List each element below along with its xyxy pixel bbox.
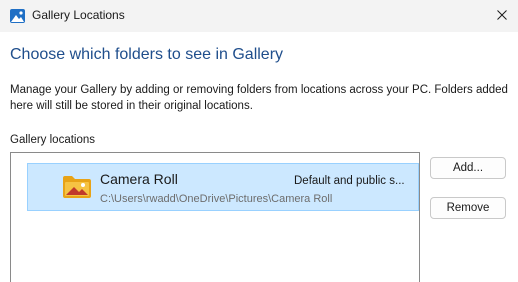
folder-photo-icon — [62, 175, 92, 199]
page-heading: Choose which folders to see in Gallery — [10, 46, 284, 63]
remove-button[interactable]: Remove — [430, 197, 506, 219]
close-icon — [497, 7, 507, 25]
title-bar: Gallery Locations — [0, 0, 518, 32]
gallery-locations-list[interactable]: Camera Roll C:\Users\rwadd\OneDrive\Pict… — [10, 152, 420, 282]
window-title: Gallery Locations — [32, 8, 125, 22]
list-item[interactable]: Camera Roll C:\Users\rwadd\OneDrive\Pict… — [27, 163, 419, 211]
location-status: Default and public s... — [294, 175, 405, 187]
location-path: C:\Users\rwadd\OneDrive\Pictures\Camera … — [100, 193, 333, 205]
description-text: Manage your Gallery by adding or removin… — [10, 84, 508, 112]
close-button[interactable] — [486, 0, 518, 32]
gallery-icon — [10, 9, 25, 23]
add-button[interactable]: Add... — [430, 157, 506, 179]
gallery-locations-label: Gallery locations — [10, 134, 96, 146]
location-name: Camera Roll — [100, 171, 178, 187]
